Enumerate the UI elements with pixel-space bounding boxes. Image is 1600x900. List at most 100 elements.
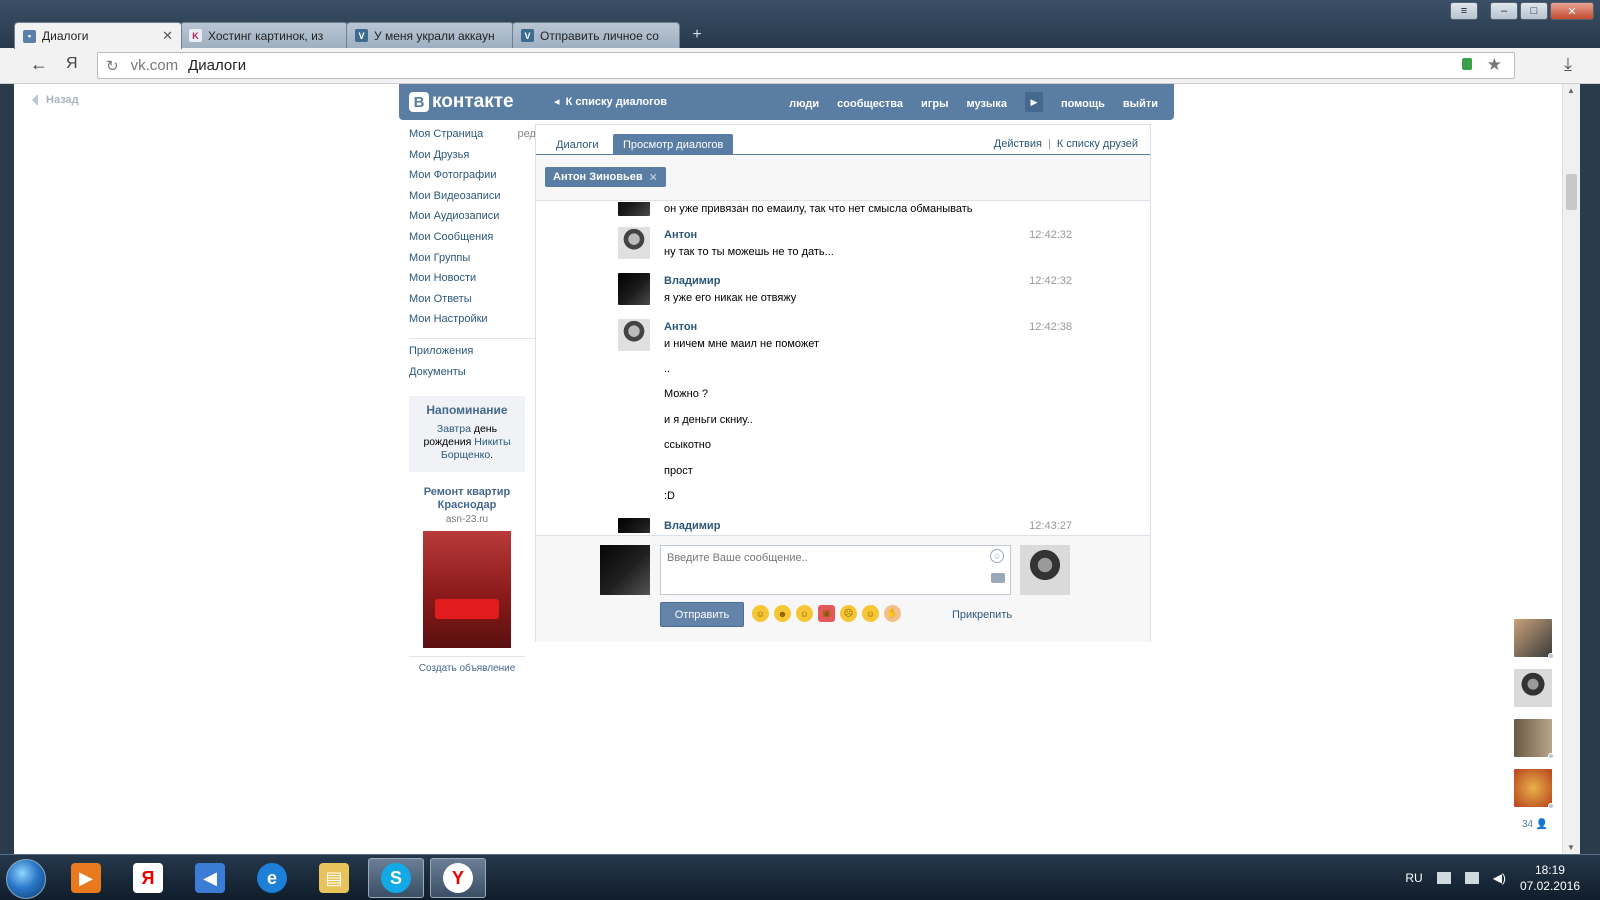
ad-image[interactable] <box>423 531 511 649</box>
tab-view-dialogs[interactable]: Просмотр диалогов <box>613 134 734 156</box>
my-avatar[interactable] <box>600 545 650 595</box>
close-tab-icon[interactable]: ✕ <box>162 28 173 44</box>
reminder-tomorrow-link[interactable]: Завтра <box>437 423 471 435</box>
network-icon[interactable] <box>1436 872 1451 884</box>
nav-music[interactable]: музыка <box>966 98 1006 110</box>
menu-apps[interactable]: Приложения <box>409 345 539 366</box>
send-button[interactable]: Отправить <box>660 602 744 627</box>
camera-icon[interactable] <box>991 573 1005 583</box>
emoji-clap-icon[interactable]: ✋ <box>884 605 901 622</box>
emoji-laugh-icon[interactable]: ☺ <box>796 605 813 622</box>
peer-avatar[interactable] <box>1020 545 1070 595</box>
menu-my-friends[interactable]: Мои Друзья <box>409 149 539 170</box>
author-name[interactable]: Владимир <box>664 520 720 532</box>
menu-my-page[interactable]: Моя Страница ред. <box>409 128 539 149</box>
vk-logo[interactable]: В контакте <box>409 91 514 113</box>
menu-my-news[interactable]: Мои Новости <box>409 272 539 293</box>
lock-icon[interactable] <box>1462 58 1472 70</box>
taskbar-explorer[interactable]: ▤ <box>306 858 362 898</box>
actions-link[interactable]: Действия <box>994 138 1042 150</box>
author-name[interactable]: Антон <box>664 321 697 333</box>
smile-icon[interactable]: ☺ <box>990 549 1004 563</box>
taskbar-volume-app[interactable]: ◀ <box>182 858 238 898</box>
nav-logout[interactable]: выйти <box>1123 98 1158 110</box>
nav-communities[interactable]: сообщества <box>837 98 903 110</box>
scroll-thumb[interactable] <box>1566 174 1577 210</box>
peer-chip[interactable]: Антон Зиновьев ✕ <box>545 167 666 187</box>
avatar[interactable] <box>618 227 650 259</box>
taskbar-yandex-browser[interactable]: Y <box>430 858 486 898</box>
minimize-button[interactable]: – <box>1490 2 1518 20</box>
close-window-button[interactable]: ✕ <box>1550 2 1594 20</box>
menu-my-messages[interactable]: Мои Сообщения <box>409 231 539 252</box>
menu-my-photos[interactable]: Мои Фотографии <box>409 169 539 190</box>
back-to-dialogs-link[interactable]: ◂ К списку диалогов <box>554 95 667 108</box>
taskbar-skype[interactable]: S <box>368 858 424 898</box>
avatar[interactable] <box>618 518 650 533</box>
new-tab-button[interactable]: + <box>684 22 710 48</box>
action-center-icon[interactable] <box>1464 872 1479 884</box>
friend-avatar[interactable] <box>1514 769 1554 809</box>
download-icon[interactable]: ⤓ <box>1564 54 1572 75</box>
reminder-person-link[interactable]: Борщенко <box>441 449 490 461</box>
menu-my-answers[interactable]: Мои Ответы <box>409 293 539 314</box>
nav-help[interactable]: помощь <box>1061 98 1105 110</box>
avatar[interactable] <box>618 273 650 305</box>
reload-icon[interactable]: ↻ <box>106 57 119 75</box>
clock[interactable]: 18:19 07.02.2016 <box>1520 862 1580 894</box>
avatar[interactable] <box>618 202 650 216</box>
menu-my-videos[interactable]: Мои Видеозаписи <box>409 190 539 211</box>
scroll-down-icon[interactable]: ▼ <box>1567 843 1575 852</box>
emoji-grin-icon[interactable]: ☻ <box>774 605 791 622</box>
browser-tab-send-message[interactable]: V Отправить личное со <box>512 22 680 48</box>
language-indicator[interactable]: RU <box>1405 871 1422 885</box>
yandex-button[interactable]: Я <box>66 55 78 73</box>
author-name[interactable]: Антон <box>664 229 697 241</box>
emoji-smile-icon[interactable]: ☺ <box>752 605 769 622</box>
friends-count[interactable]: 34 👤 <box>1514 819 1554 830</box>
attach-link[interactable]: Прикрепить <box>952 609 1012 621</box>
page-back-link[interactable]: Назад <box>32 94 79 107</box>
message-time[interactable]: 12:42:38 <box>1029 321 1072 333</box>
ad-block[interactable]: Ремонт квартир Краснодар asn-23.ru Созда… <box>409 486 525 674</box>
scroll-up-icon[interactable]: ▲ <box>1567 86 1575 95</box>
menu-icon[interactable]: ≡ <box>1450 2 1478 20</box>
menu-my-groups[interactable]: Мои Группы <box>409 252 539 273</box>
omnibox[interactable]: ↻ vk.com Диалоги ★ <box>97 52 1515 79</box>
message-input[interactable] <box>660 545 1011 595</box>
back-arrow-icon[interactable]: ← <box>30 54 48 75</box>
author-name[interactable]: Владимир <box>664 275 720 287</box>
reminder-person-link[interactable]: Никиты <box>474 436 510 448</box>
menu-documents[interactable]: Документы <box>409 366 539 387</box>
message-time[interactable]: 12:42:32 <box>1029 275 1072 287</box>
browser-tab-stolen[interactable]: V У меня украли аккаун <box>346 22 514 48</box>
taskbar-ie[interactable]: e <box>244 858 300 898</box>
browser-tab-dialogs[interactable]: ▪ Диалоги ✕ <box>14 22 182 49</box>
maximize-button[interactable]: □ <box>1520 2 1548 20</box>
start-button[interactable] <box>6 859 46 899</box>
menu-my-settings[interactable]: Мои Настройки <box>409 313 539 334</box>
nav-people[interactable]: люди <box>789 98 819 110</box>
taskbar-yandex[interactable]: Я <box>120 858 176 898</box>
ad-title[interactable]: Ремонт квартир Краснодар <box>409 486 525 512</box>
friend-avatar[interactable] <box>1514 719 1554 759</box>
bookmark-star-icon[interactable]: ★ <box>1487 55 1502 75</box>
remove-peer-icon[interactable]: ✕ <box>649 171 658 184</box>
browser-tab-hosting[interactable]: K Хостинг картинок, из <box>180 22 348 48</box>
message-time[interactable]: 12:43:27 <box>1029 520 1072 532</box>
tab-dialogs[interactable]: Диалоги <box>546 134 609 156</box>
friend-avatar[interactable] <box>1514 669 1552 707</box>
emoji-sad-icon[interactable]: ☹ <box>840 605 857 622</box>
nav-games[interactable]: игры <box>921 98 948 110</box>
play-icon[interactable]: ▶ <box>1024 92 1043 112</box>
volume-icon[interactable]: ◀) <box>1493 871 1506 885</box>
friends-list-link[interactable]: К списку друзей <box>1057 138 1138 150</box>
avatar[interactable] <box>618 319 650 351</box>
message-time[interactable]: 12:42:32 <box>1029 229 1072 241</box>
friend-avatar[interactable] <box>1514 619 1554 659</box>
page-scrollbar[interactable]: ▲ ▼ <box>1562 84 1580 854</box>
menu-my-audio[interactable]: Мои Аудиозаписи <box>409 210 539 231</box>
emoji-gift-icon[interactable]: ▣ <box>818 605 835 622</box>
taskbar-media-player[interactable]: ▶ <box>58 858 114 898</box>
create-ad-link[interactable]: Создать объявление <box>409 656 525 674</box>
